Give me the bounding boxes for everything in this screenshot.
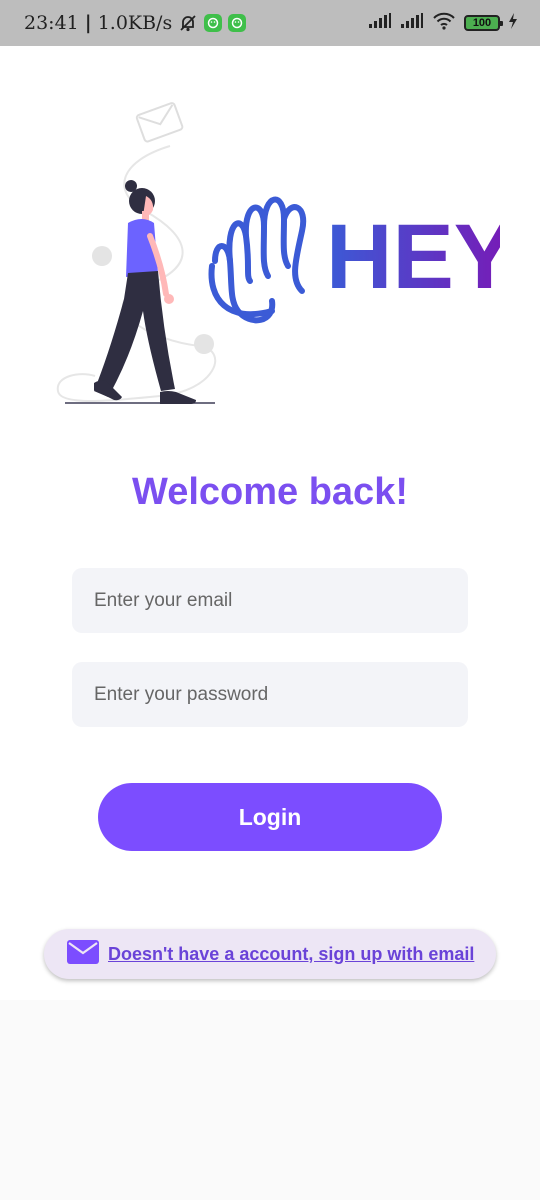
charging-icon — [508, 12, 518, 34]
waving-hand-logo-icon — [208, 196, 307, 324]
signal-icon — [400, 12, 424, 34]
email-field-container — [72, 568, 468, 633]
login-button[interactable]: Login — [98, 783, 442, 851]
app-notification-icon — [228, 14, 247, 32]
login-screen: HEY Welcome back! Login Doesn't have a a… — [0, 46, 540, 1000]
separator: | — [84, 12, 92, 34]
woman-figure — [94, 180, 196, 404]
signal-icon — [368, 12, 392, 34]
clock: 23:41 — [24, 12, 79, 34]
signup-with-email-button[interactable]: Doesn't have a account, sign up with ema… — [44, 929, 496, 979]
email-input[interactable] — [94, 589, 446, 612]
app-notification-icon — [204, 14, 223, 32]
wifi-icon — [432, 12, 456, 35]
status-right: 100 — [368, 12, 518, 35]
status-bar: 23:41 | 1.0KB/s 100 — [0, 0, 540, 46]
page-title: Welcome back! — [132, 471, 408, 513]
signup-link-text[interactable]: Doesn't have a account, sign up with ema… — [108, 944, 474, 965]
mute-bell-icon — [178, 13, 198, 33]
password-field-container — [72, 662, 468, 727]
dot — [194, 334, 214, 354]
dot — [92, 246, 112, 266]
hey-logo-text: HEY — [326, 206, 500, 308]
battery-level: 100 — [472, 17, 492, 29]
hero-illustration: HEY — [56, 102, 500, 404]
password-input[interactable] — [94, 683, 446, 706]
mail-icon — [66, 939, 100, 970]
status-left: 23:41 | 1.0KB/s — [24, 12, 247, 34]
battery-icon: 100 — [464, 15, 503, 31]
envelope-icon — [135, 102, 184, 143]
network-speed: 1.0KB/s — [97, 12, 173, 34]
